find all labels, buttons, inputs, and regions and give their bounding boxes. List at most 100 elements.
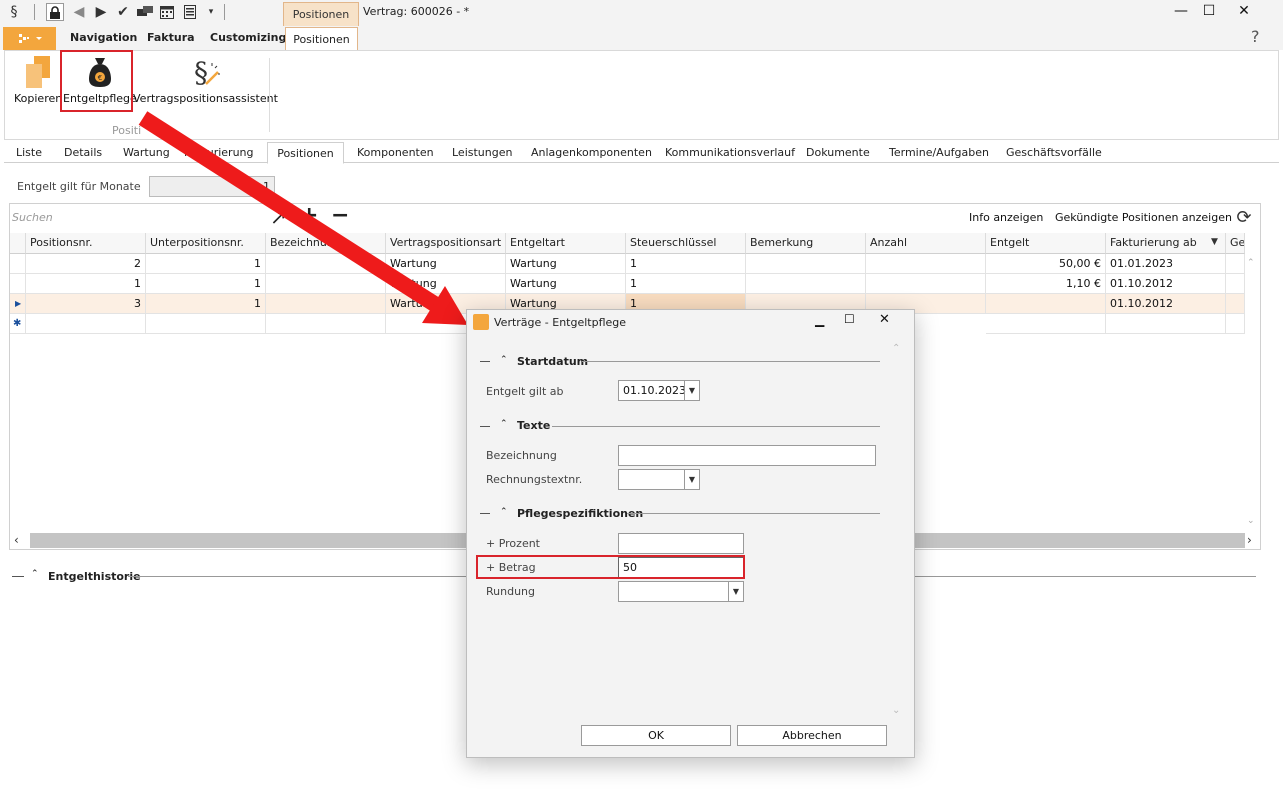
minimize-button[interactable]: — — [1166, 0, 1196, 22]
table-cell[interactable]: 50,00 € — [986, 254, 1106, 274]
table-cell[interactable] — [866, 274, 986, 294]
table-cell[interactable]: Wartung — [386, 254, 506, 274]
table-cell[interactable] — [746, 274, 866, 294]
section-icon[interactable]: § — [5, 3, 23, 21]
table-cell[interactable]: 01.10.2012 — [1106, 294, 1226, 314]
gekuendigte-positionen-link[interactable]: Gekündigte Positionen anzeigen — [1055, 211, 1232, 224]
check-icon[interactable]: ✔ — [114, 3, 132, 21]
table-cell[interactable] — [986, 314, 1106, 334]
dialog-scroll-down-icon[interactable]: ⌄ — [892, 705, 900, 716]
col-steuerschluessel[interactable]: Steuerschlüssel — [626, 233, 746, 254]
tab-positionen[interactable]: Positionen — [267, 142, 344, 164]
tab-geschaeftsvorfaelle[interactable]: Geschäftsvorfälle — [1006, 146, 1102, 159]
table-cell[interactable] — [26, 314, 146, 334]
entgelt-gilt-ab-input[interactable]: 01.10.2023 ▼ — [618, 380, 700, 401]
collapse-chevron-icon[interactable]: ⌃ — [500, 419, 508, 429]
sort-desc-icon[interactable]: ▼ — [1211, 237, 1218, 247]
entgelthistorie-header[interactable]: Entgelthistorie — [48, 570, 141, 583]
close-button[interactable]: ✕ — [1229, 0, 1259, 22]
chevron-down-icon[interactable]: ▼ — [728, 582, 743, 601]
tab-komponenten[interactable]: Komponenten — [357, 146, 434, 159]
ribbon-tab-navigation[interactable]: Navigation — [70, 31, 137, 44]
table-cell[interactable]: Wartung — [506, 274, 626, 294]
col-positionsnr[interactable]: Positionsnr. — [26, 233, 146, 254]
table-cell[interactable] — [266, 274, 386, 294]
section-pflegespezifikationen[interactable]: Pflegespezifiktionen — [517, 507, 643, 520]
table-cell[interactable]: 1,10 € — [986, 274, 1106, 294]
table-cell[interactable]: 01.10.2012 — [1106, 274, 1226, 294]
prozent-input[interactable] — [618, 533, 744, 554]
rechnungstextnr-select[interactable]: ▼ — [618, 469, 700, 490]
table-cell[interactable]: 1 — [626, 254, 746, 274]
dialog-close-icon[interactable]: ✕ — [879, 312, 890, 327]
document-icon[interactable] — [181, 3, 199, 21]
prozent-label[interactable]: + Prozent — [486, 537, 540, 550]
maximize-button[interactable]: ☐ — [1194, 0, 1224, 22]
bezeichnung-input[interactable] — [618, 445, 876, 466]
col-bemerkung[interactable]: Bemerkung — [746, 233, 866, 254]
ok-button[interactable]: OK — [581, 725, 731, 746]
table-cell[interactable]: 1 — [146, 274, 266, 294]
scroll-left-icon[interactable]: ‹ — [14, 533, 19, 547]
tab-wartung[interactable]: Wartung — [123, 146, 170, 159]
tab-dokumente[interactable]: Dokumente — [806, 146, 870, 159]
new-row-icon[interactable]: ✱ — [10, 314, 26, 334]
dialog-minimize-icon[interactable]: ▁ — [815, 313, 824, 327]
tab-leistungen[interactable]: Leistungen — [452, 146, 512, 159]
tab-details[interactable]: Details — [64, 146, 102, 159]
collapse-chevron-icon[interactable]: ⌃ — [31, 569, 39, 579]
scroll-up-icon[interactable]: ⌃ — [1247, 258, 1255, 268]
col-bezeichnung[interactable]: Bezeichnung — [266, 233, 386, 254]
chevron-down-icon[interactable]: ▼ — [684, 381, 699, 400]
table-cell[interactable] — [746, 254, 866, 274]
table-cell[interactable] — [986, 294, 1106, 314]
dialog-maximize-icon[interactable]: ☐ — [844, 312, 855, 326]
search-input[interactable]: Suchen — [12, 211, 53, 224]
scroll-right-icon[interactable]: › — [1247, 533, 1252, 547]
table-cell[interactable] — [266, 254, 386, 274]
tab-kommunikationsverlauf[interactable]: Kommunikationsverlauf — [665, 146, 795, 159]
remove-icon[interactable]: − — [331, 203, 349, 228]
table-cell[interactable]: 1 — [146, 294, 266, 314]
calendar-icon[interactable] — [158, 3, 176, 21]
expand-icon[interactable]: ↗ — [270, 205, 287, 229]
table-cell[interactable]: 01.01.2023 — [1106, 254, 1226, 274]
table-cell[interactable] — [266, 294, 386, 314]
dialog-scroll-up-icon[interactable]: ⌃ — [892, 343, 900, 354]
table-cell[interactable]: 1 — [626, 274, 746, 294]
abbrechen-button[interactable]: Abbrechen — [737, 725, 887, 746]
app-menu-button[interactable] — [3, 27, 56, 50]
table-cell[interactable]: 2 — [26, 254, 146, 274]
tab-anlagenkomponenten[interactable]: Anlagenkomponenten — [531, 146, 652, 159]
row-indicator[interactable] — [10, 274, 26, 294]
dropdown-arrow-icon[interactable]: ▾ — [202, 3, 220, 21]
kopieren-button[interactable]: Kopieren — [14, 56, 62, 105]
section-startdatum[interactable]: Startdatum — [517, 355, 588, 368]
table-cell[interactable] — [146, 314, 266, 334]
table-cell[interactable]: 1 — [26, 274, 146, 294]
tab-fakturierung[interactable]: Fakturierung — [184, 146, 254, 159]
help-icon[interactable]: ? — [1251, 27, 1260, 46]
vertragspositionsassistent-button[interactable]: § Vertragspositionsassistent — [133, 56, 278, 105]
section-texte[interactable]: Texte — [517, 419, 550, 432]
ribbon-tab-customizing[interactable]: Customizing — [210, 31, 286, 44]
table-cell[interactable] — [1226, 294, 1245, 314]
table-cell[interactable]: Wartung — [386, 274, 506, 294]
refresh-icon[interactable]: ⟳ — [1233, 206, 1255, 228]
rundung-select[interactable]: ▼ — [618, 581, 744, 602]
ribbon-tab-positionen[interactable]: Positionen — [285, 27, 358, 51]
table-cell[interactable]: 3 — [26, 294, 146, 314]
col-anzahl[interactable]: Anzahl — [866, 233, 986, 254]
lock-icon[interactable] — [46, 3, 64, 21]
col-vertragspositionsart[interactable]: Vertragspositionsart — [386, 233, 506, 254]
scroll-down-icon[interactable]: ⌄ — [1247, 516, 1255, 526]
col-fakturierung-ab[interactable]: Fakturierung ab — [1106, 233, 1226, 254]
col-unterpositionsnr[interactable]: Unterpositionsnr. — [146, 233, 266, 254]
col-ge[interactable]: Ge — [1226, 233, 1245, 254]
table-cell[interactable] — [1226, 314, 1245, 334]
table-cell[interactable] — [866, 254, 986, 274]
chevron-down-icon[interactable]: ▼ — [684, 470, 699, 489]
back-icon[interactable]: ◀ — [70, 3, 88, 21]
table-cell[interactable] — [1226, 274, 1245, 294]
row-indicator[interactable] — [10, 254, 26, 274]
